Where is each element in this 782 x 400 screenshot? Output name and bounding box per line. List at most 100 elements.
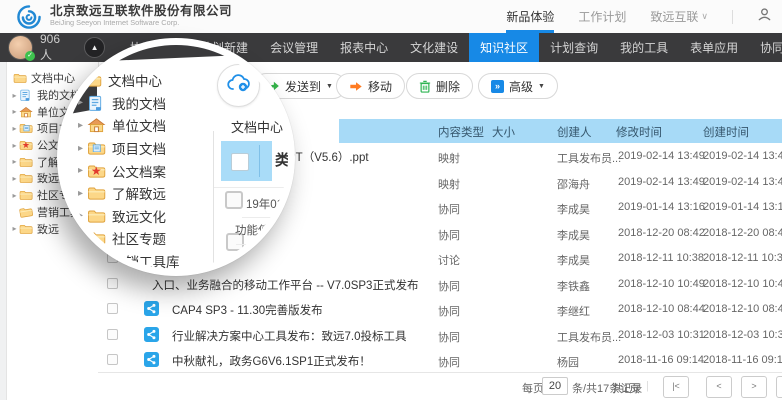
upload-button[interactable] — [217, 64, 260, 107]
nav-item-7[interactable]: 我的工具 — [609, 33, 679, 62]
user-avatar[interactable]: ✓ — [8, 35, 33, 60]
doc-name[interactable]: 行业解决方案中心工具发布：致远7.0投标工具 — [172, 328, 406, 344]
nav-item-9[interactable]: 协同驾驶舱 — [749, 33, 782, 62]
doc-modified: 2019-01-14 13:16 — [618, 201, 705, 213]
home-icon — [87, 117, 106, 133]
doc-type: 协同 — [438, 278, 460, 294]
doc-creator: 李成昊 — [557, 252, 590, 268]
tree-item-社区专题[interactable]: ▸ 社区专题 — [74, 227, 180, 250]
expand-arrow-icon[interactable]: ▸ — [74, 188, 87, 199]
online-status-icon: ✓ — [25, 51, 35, 61]
company-name-en: BeiJing Seeyon Internet Software Corp. — [50, 19, 217, 27]
select-all-checkbox[interactable] — [231, 153, 249, 171]
tree-item-致远文化[interactable]: ▸ 致远文化 — [74, 205, 180, 228]
expand-arrow-icon[interactable]: ▸ — [10, 157, 19, 166]
expand-arrow-icon[interactable]: ▸ — [74, 233, 87, 244]
column-header-创建时间[interactable]: 创建时间 — [703, 124, 749, 140]
first-page-button[interactable]: |< — [663, 376, 689, 398]
folder-icon — [19, 172, 33, 184]
lens-folder-tree: 文档中心▸我的文档▸单位文档▸ 项目文档▸ ★公文档案▸ 了解致远▸ 致远文化▸… — [74, 69, 180, 272]
divider — [732, 10, 733, 24]
doc-creator: 邵海舟 — [557, 176, 590, 192]
doc-name[interactable]: 入口、业务融合的移动工作平台 -- V7.0SP3正式发布 — [152, 277, 418, 293]
expand-arrow-icon[interactable]: ▸ — [10, 224, 19, 233]
doc-creator: 杨园 — [557, 354, 579, 370]
table-row[interactable]: 中秋献礼，政务G6V6.1SP1正式发布！协同杨园2018-11-16 09:1… — [98, 347, 782, 374]
doc-type: 协同 — [438, 227, 460, 243]
collapsed-rail[interactable] — [0, 62, 7, 400]
contact-icon[interactable] — [757, 7, 772, 27]
top-link-2[interactable]: 致远互联∨ — [650, 0, 708, 33]
doc-creator: 李继红 — [557, 303, 590, 319]
doc-name[interactable]: 中秋献礼，政务G6V6.1SP1正式发布！ — [172, 353, 371, 369]
doc-created: 2018-12-10 10:49 — [703, 278, 782, 290]
expand-arrow-icon[interactable]: ▸ — [74, 165, 87, 176]
last-page-button[interactable]: >| — [776, 376, 782, 398]
table-row[interactable]: CAP4 SP3 - 11.30完善版发布协同李继红2018-12-10 08:… — [98, 296, 782, 323]
table-row[interactable]: 行业解决方案中心工具发布：致远7.0投标工具协同工具发布员...2018-12-… — [98, 322, 782, 349]
next-page-button[interactable]: > — [741, 376, 767, 398]
删除-button[interactable]: 删除 — [406, 73, 473, 99]
expand-arrow-icon[interactable]: ▸ — [10, 107, 19, 116]
top-link-0[interactable]: 新品体验 — [506, 0, 554, 33]
doc-type: 协同 — [438, 303, 460, 319]
folder-open-icon — [87, 253, 106, 269]
expand-arrow-icon[interactable]: ▸ — [10, 124, 19, 133]
tree-item-单位文档[interactable]: ▸单位文档 — [74, 114, 180, 137]
row-checkbox[interactable] — [107, 303, 118, 314]
company-name: 北京致远互联软件股份有限公司 — [50, 5, 232, 19]
doc-created: 2018-12-20 08:42 — [703, 227, 782, 239]
page-count: 共1页 — [612, 380, 640, 396]
tree-item-了解致远[interactable]: ▸ 了解致远 — [74, 182, 180, 205]
tree-item-文档中心[interactable]: 文档中心 — [74, 69, 180, 92]
per-page-input[interactable]: 20 — [542, 377, 568, 395]
tree-item-我的文档[interactable]: ▸我的文档 — [74, 92, 180, 115]
cloud-upload-icon — [227, 74, 251, 97]
prev-page-button[interactable]: < — [706, 376, 732, 398]
expand-arrow-icon[interactable]: ▸ — [10, 174, 19, 183]
expand-arrow-icon[interactable]: ▸ — [10, 191, 19, 200]
doc-type: 协同 — [438, 329, 460, 345]
nav-item-6[interactable]: 计划查询 — [539, 33, 609, 62]
top-link-1[interactable]: 工作计划 — [578, 0, 626, 33]
pagination-bar: 每页 20 条/共17条记录 共1页 | |<<>>| — [98, 372, 782, 400]
lens-header-checkbox-cell — [221, 141, 272, 181]
lens-row-name-fragment: 功能使用 — [235, 222, 281, 238]
tree-item-项目文档[interactable]: ▸ 项目文档 — [74, 137, 180, 160]
column-header-内容类型[interactable]: 内容类型 — [438, 124, 484, 140]
row-checkbox[interactable] — [107, 329, 118, 340]
doc-type: 映射 — [438, 150, 460, 166]
folder-icon — [19, 223, 33, 235]
doc-modified: 2018-12-03 10:31 — [618, 329, 705, 341]
expand-arrow-icon[interactable]: ▸ — [74, 210, 87, 221]
row-checkbox[interactable] — [225, 191, 243, 209]
top-links: 新品体验工作计划致远互联∨ — [506, 0, 772, 33]
row-checkbox[interactable] — [107, 278, 118, 289]
高级-button[interactable]: »高级▼ — [478, 73, 558, 99]
doc-type: 讨论 — [438, 252, 460, 268]
nav-item-8[interactable]: 表单应用 — [679, 33, 749, 62]
doc-modified: 2018-12-20 08:42 — [618, 227, 705, 239]
nav-item-4[interactable]: 文化建设 — [399, 33, 469, 62]
nav-item-5[interactable]: 知识社区 — [469, 33, 539, 62]
doc-name[interactable]: PT（V5.6）.ppt — [288, 149, 369, 165]
expand-arrow-icon[interactable]: ▸ — [74, 97, 87, 108]
column-header-修改时间[interactable]: 修改时间 — [616, 124, 662, 140]
row-checkbox[interactable] — [107, 354, 118, 365]
table-row[interactable]: 入口、业务融合的移动工作平台 -- V7.0SP3正式发布协同李铁鑫2018-1… — [98, 271, 782, 298]
doc-name[interactable]: CAP4 SP3 - 11.30完善版发布 — [172, 302, 323, 318]
doc-modified: 2018-11-16 09:14 — [618, 354, 704, 366]
doc-modified: 2019-02-14 13:49 — [618, 150, 705, 162]
tree-item-公文档案[interactable]: ▸ ★公文档案 — [74, 159, 180, 182]
expand-arrow-icon[interactable]: ▸ — [74, 143, 87, 154]
expand-arrow-icon[interactable]: ▸ — [74, 120, 87, 131]
column-header-大小[interactable]: 大小 — [492, 124, 515, 140]
column-header-创建人[interactable]: 创建人 — [557, 124, 592, 140]
doc-created: 2019-01-14 13:16 — [703, 201, 782, 213]
doc-created: 2018-12-11 10:38 — [703, 252, 782, 264]
tree-item-营销工具库[interactable]: 营销工具库 — [74, 250, 180, 273]
expand-arrow-icon[interactable]: ▸ — [10, 91, 19, 100]
nav-item-3[interactable]: 报表中心 — [329, 33, 399, 62]
expand-arrow-icon[interactable]: ▸ — [10, 141, 19, 150]
移动-button[interactable]: 移动 — [336, 73, 405, 99]
